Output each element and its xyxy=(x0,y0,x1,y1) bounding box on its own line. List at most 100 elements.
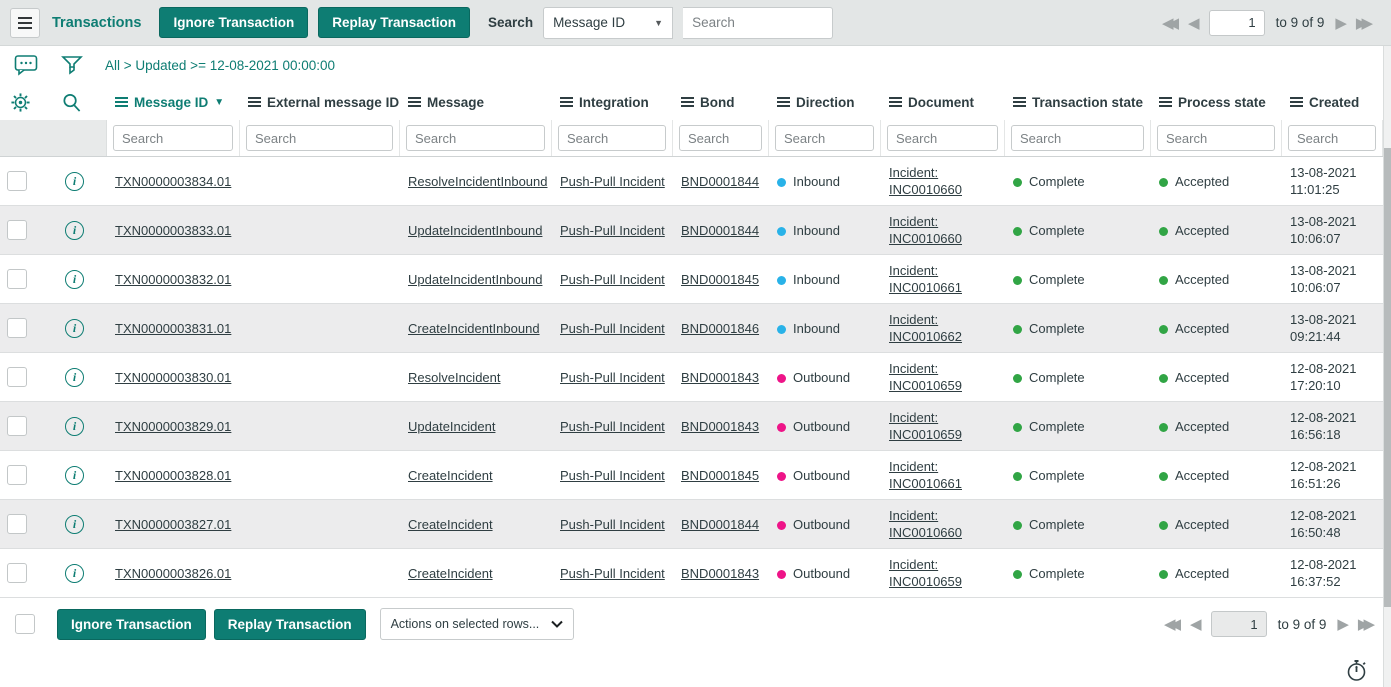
message-id-link[interactable]: TXN0000003832.01 xyxy=(115,272,231,287)
last-page-icon[interactable]: ▶▶ xyxy=(1358,615,1375,633)
bond-link[interactable]: BND0001844 xyxy=(681,174,759,189)
column-search-icon[interactable] xyxy=(61,92,82,113)
column-menu-icon[interactable] xyxy=(248,97,261,107)
message-id-link[interactable]: TXN0000003833.01 xyxy=(115,223,231,238)
document-link[interactable]: Incident: INC0010659 xyxy=(889,557,962,589)
bond-link[interactable]: BND0001844 xyxy=(681,517,759,532)
prev-page-icon[interactable]: ◀ xyxy=(1190,615,1202,633)
message-id-link[interactable]: TXN0000003827.01 xyxy=(115,517,231,532)
column-menu-icon[interactable] xyxy=(889,97,902,107)
column-menu-icon[interactable] xyxy=(408,97,421,107)
column-menu-icon[interactable] xyxy=(115,97,128,107)
bond-link[interactable]: BND0001844 xyxy=(681,223,759,238)
bond-link[interactable]: BND0001843 xyxy=(681,370,759,385)
integration-link[interactable]: Push-Pull Incident xyxy=(560,517,665,532)
column-menu-icon[interactable] xyxy=(1013,97,1026,107)
comment-bubble-icon[interactable] xyxy=(14,54,38,76)
actions-dropdown[interactable]: Actions on selected rows... xyxy=(379,608,574,640)
document-link[interactable]: Incident: INC0010660 xyxy=(889,508,962,540)
integration-link[interactable]: Push-Pull Incident xyxy=(560,468,665,483)
row-checkbox[interactable] xyxy=(7,367,27,387)
column-header-created[interactable]: Created xyxy=(1282,95,1383,110)
message-link[interactable]: CreateIncidentInbound xyxy=(408,321,540,336)
bond-link[interactable]: BND0001843 xyxy=(681,566,759,581)
info-icon[interactable]: i xyxy=(65,220,84,240)
integration-link[interactable]: Push-Pull Incident xyxy=(560,174,665,189)
next-page-icon[interactable]: ▶ xyxy=(1335,14,1347,32)
document-link[interactable]: Incident: INC0010660 xyxy=(889,214,962,246)
integration-link[interactable]: Push-Pull Incident xyxy=(560,370,665,385)
filter-funnel-icon[interactable] xyxy=(61,54,83,76)
info-icon[interactable]: i xyxy=(65,514,84,534)
replay-transaction-button[interactable]: Replay Transaction xyxy=(318,7,471,38)
select-all-checkbox[interactable] xyxy=(15,614,35,634)
page-number-input[interactable] xyxy=(1208,9,1265,36)
document-link[interactable]: Incident: INC0010660 xyxy=(889,165,962,197)
row-checkbox[interactable] xyxy=(7,563,27,583)
vertical-scrollbar-thumb[interactable] xyxy=(1384,148,1391,607)
bond-link[interactable]: BND0001845 xyxy=(681,272,759,287)
message-id-link[interactable]: TXN0000003831.01 xyxy=(115,321,231,336)
integration-link[interactable]: Push-Pull Incident xyxy=(560,223,665,238)
document-link[interactable]: Incident: INC0010659 xyxy=(889,410,962,442)
info-icon[interactable]: i xyxy=(65,318,84,338)
column-header-message[interactable]: Message xyxy=(400,95,552,110)
message-link[interactable]: ResolveIncident xyxy=(408,370,501,385)
message-id-link[interactable]: TXN0000003830.01 xyxy=(115,370,231,385)
bond-link[interactable]: BND0001846 xyxy=(681,321,759,336)
row-checkbox[interactable] xyxy=(7,465,27,485)
footer-ignore-transaction-button[interactable]: Ignore Transaction xyxy=(57,608,206,640)
document-link[interactable]: Incident: INC0010661 xyxy=(889,459,962,491)
row-checkbox[interactable] xyxy=(7,318,27,338)
message-link[interactable]: CreateIncident xyxy=(408,468,493,483)
integration-link[interactable]: Push-Pull Incident xyxy=(560,566,665,581)
message-link[interactable]: UpdateIncident xyxy=(408,419,495,434)
info-icon[interactable]: i xyxy=(65,563,84,583)
document-link[interactable]: Incident: INC0010662 xyxy=(889,312,962,344)
info-icon[interactable]: i xyxy=(65,269,84,289)
info-icon[interactable]: i xyxy=(65,171,84,191)
column-header-external-message-id[interactable]: External message ID xyxy=(240,95,400,110)
next-page-icon[interactable]: ▶ xyxy=(1337,615,1349,633)
prev-page-icon[interactable]: ◀ xyxy=(1188,14,1200,32)
column-search-input-transaction-state[interactable] xyxy=(1011,125,1144,151)
bond-link[interactable]: BND0001845 xyxy=(681,468,759,483)
first-page-icon[interactable]: ◀◀ xyxy=(1162,14,1179,32)
column-search-input-message[interactable] xyxy=(406,125,545,151)
column-header-integration[interactable]: Integration xyxy=(552,95,673,110)
page-number-input[interactable] xyxy=(1210,611,1267,637)
column-search-input-external-message-id[interactable] xyxy=(246,125,393,151)
column-menu-icon[interactable] xyxy=(560,97,573,107)
settings-gear-icon[interactable] xyxy=(10,92,31,113)
column-menu-icon[interactable] xyxy=(1159,97,1172,107)
column-menu-icon[interactable] xyxy=(681,97,694,107)
first-page-icon[interactable]: ◀◀ xyxy=(1164,615,1181,633)
bond-link[interactable]: BND0001843 xyxy=(681,419,759,434)
info-icon[interactable]: i xyxy=(65,367,84,387)
last-page-icon[interactable]: ▶▶ xyxy=(1356,14,1373,32)
message-link[interactable]: CreateIncident xyxy=(408,566,493,581)
column-search-input-direction[interactable] xyxy=(775,125,874,151)
column-search-input-created[interactable] xyxy=(1288,125,1376,151)
message-id-link[interactable]: TXN0000003829.01 xyxy=(115,419,231,434)
row-checkbox[interactable] xyxy=(7,416,27,436)
row-checkbox[interactable] xyxy=(7,269,27,289)
ignore-transaction-button[interactable]: Ignore Transaction xyxy=(159,7,309,38)
message-link[interactable]: UpdateIncidentInbound xyxy=(408,223,542,238)
response-time-stopwatch-icon[interactable] xyxy=(1345,658,1369,683)
column-header-message-id[interactable]: Message ID ▼ xyxy=(107,95,240,110)
integration-link[interactable]: Push-Pull Incident xyxy=(560,272,665,287)
column-search-input-process-state[interactable] xyxy=(1157,125,1275,151)
row-checkbox[interactable] xyxy=(7,171,27,191)
row-checkbox[interactable] xyxy=(7,220,27,240)
breadcrumb[interactable]: All > Updated >= 12-08-2021 00:00:00 xyxy=(105,58,335,73)
column-menu-icon[interactable] xyxy=(1290,97,1303,107)
column-menu-icon[interactable] xyxy=(777,97,790,107)
column-header-document[interactable]: Document xyxy=(881,95,1005,110)
message-link[interactable]: UpdateIncidentInbound xyxy=(408,272,542,287)
message-id-link[interactable]: TXN0000003826.01 xyxy=(115,566,231,581)
info-icon[interactable]: i xyxy=(65,416,84,436)
info-icon[interactable]: i xyxy=(65,465,84,485)
search-field-select[interactable]: Message ID ▼ xyxy=(543,6,674,39)
integration-link[interactable]: Push-Pull Incident xyxy=(560,321,665,336)
